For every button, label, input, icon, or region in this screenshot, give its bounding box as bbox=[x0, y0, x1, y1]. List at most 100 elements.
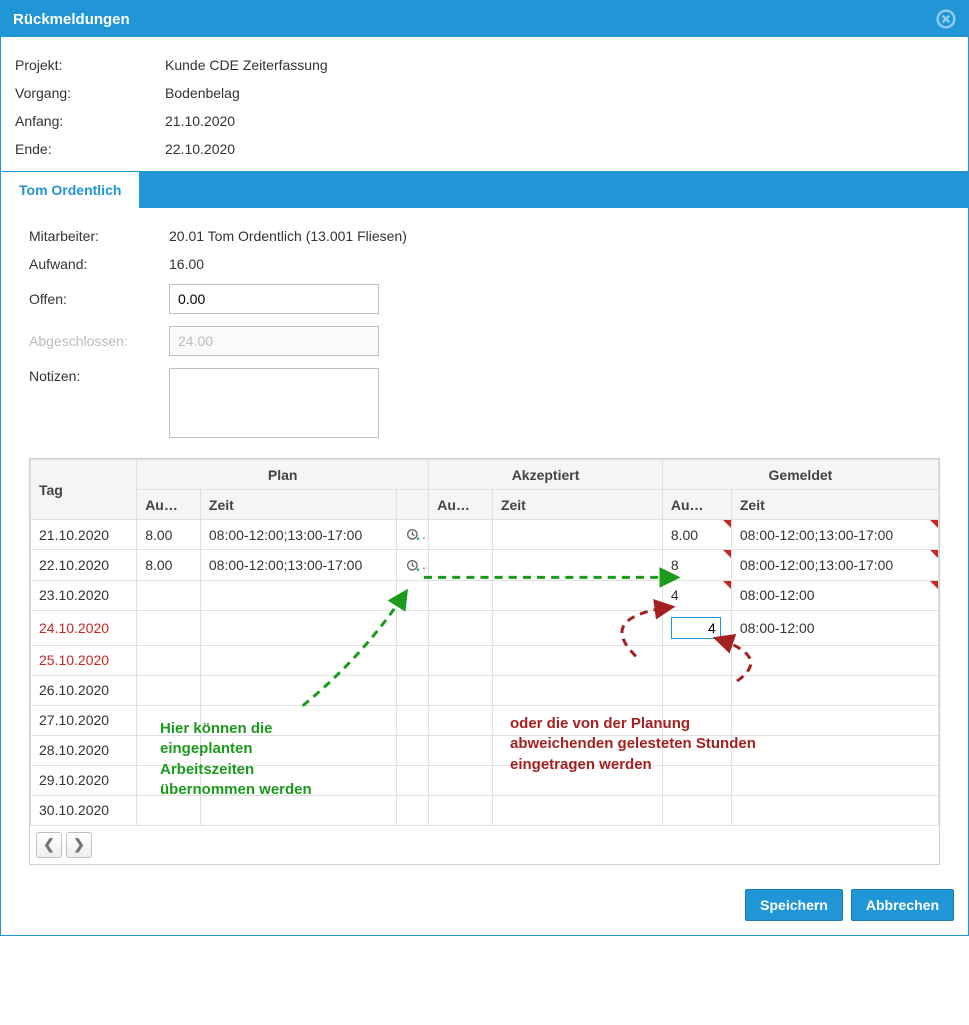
cell-plan-zeit bbox=[200, 795, 396, 825]
copy-plan-icon[interactable] bbox=[405, 558, 421, 574]
cell-plan-auf bbox=[137, 645, 201, 675]
offen-input[interactable] bbox=[169, 284, 379, 314]
col-plan-action bbox=[397, 490, 429, 520]
table-row[interactable]: 24.10.2020 08:00-12:00 bbox=[31, 610, 939, 645]
cell-akz-auf bbox=[429, 705, 493, 735]
cell-gem-auf[interactable]: 4 bbox=[662, 580, 731, 610]
cell-akz-auf bbox=[429, 610, 493, 645]
cell-plan-auf bbox=[137, 675, 201, 705]
save-button[interactable]: Speichern bbox=[745, 889, 843, 921]
cell-plan-action bbox=[397, 705, 429, 735]
cell-plan-auf: 8.00 bbox=[137, 550, 201, 580]
cell-gem-zeit[interactable]: 08:00-12:00;13:00-17:00 bbox=[731, 520, 938, 550]
dialog-header: Rückmeldungen bbox=[1, 1, 968, 37]
cell-plan-action bbox=[397, 610, 429, 645]
cell-plan-action bbox=[397, 795, 429, 825]
cell-akz-zeit bbox=[492, 675, 662, 705]
cell-tag: 29.10.2020 bbox=[31, 765, 137, 795]
cell-plan-zeit bbox=[200, 645, 396, 675]
col-tag: Tag bbox=[31, 460, 137, 520]
cancel-button[interactable]: Abbrechen bbox=[851, 889, 954, 921]
cell-plan-action bbox=[397, 765, 429, 795]
cell-akz-auf bbox=[429, 765, 493, 795]
tab-employee-label: Tom Ordentlich bbox=[19, 182, 121, 198]
cell-plan-auf bbox=[137, 610, 201, 645]
cell-gem-zeit[interactable] bbox=[731, 705, 938, 735]
table-row[interactable]: 28.10.2020 bbox=[31, 735, 939, 765]
cell-gem-auf[interactable] bbox=[662, 610, 731, 645]
close-icon[interactable] bbox=[936, 9, 956, 29]
copy-plan-icon[interactable] bbox=[405, 527, 421, 543]
offen-label: Offen: bbox=[29, 291, 169, 307]
dialog: Rückmeldungen Projekt:Kunde CDE Zeiterfa… bbox=[0, 0, 969, 936]
cell-gem-zeit[interactable]: 08:00-12:00 bbox=[731, 610, 938, 645]
cell-plan-action bbox=[397, 580, 429, 610]
cell-plan-zeit bbox=[200, 705, 396, 735]
table-row[interactable]: 23.10.2020408:00-12:00 bbox=[31, 580, 939, 610]
cell-plan-zeit bbox=[200, 675, 396, 705]
col-plan-zeit: Zeit bbox=[200, 490, 396, 520]
cell-akz-zeit bbox=[492, 795, 662, 825]
aufwand-label: Aufwand: bbox=[29, 256, 169, 272]
cell-gem-auf[interactable] bbox=[662, 705, 731, 735]
cell-akz-auf bbox=[429, 550, 493, 580]
cell-akz-zeit bbox=[492, 645, 662, 675]
cell-akz-zeit bbox=[492, 520, 662, 550]
cell-gem-auf[interactable] bbox=[662, 735, 731, 765]
cell-plan-auf bbox=[137, 705, 201, 735]
notizen-label: Notizen: bbox=[29, 368, 169, 384]
tab-strip: Tom Ordentlich bbox=[1, 171, 968, 208]
cell-gem-auf[interactable]: 8 bbox=[662, 550, 731, 580]
cell-gem-auf[interactable] bbox=[662, 675, 731, 705]
abgeschlossen-input bbox=[169, 326, 379, 356]
cell-plan-auf: 8.00 bbox=[137, 520, 201, 550]
cell-tag: 25.10.2020 bbox=[31, 645, 137, 675]
gemeldet-aufwand-editor[interactable] bbox=[671, 617, 721, 639]
cell-gem-zeit[interactable]: 08:00-12:00;13:00-17:00 bbox=[731, 550, 938, 580]
table-row[interactable]: 26.10.2020 bbox=[31, 675, 939, 705]
pager-prev[interactable]: ❮ bbox=[36, 832, 62, 858]
cell-tag: 27.10.2020 bbox=[31, 705, 137, 735]
table-row[interactable]: 22.10.20208.0008:00-12:00;13:00-17:00808… bbox=[31, 550, 939, 580]
vorgang-value: Bodenbelag bbox=[165, 85, 240, 101]
cell-akz-zeit bbox=[492, 550, 662, 580]
table-row[interactable]: 29.10.2020 bbox=[31, 765, 939, 795]
anfang-label: Anfang: bbox=[15, 113, 165, 129]
aufwand-value: 16.00 bbox=[169, 256, 204, 272]
ende-value: 22.10.2020 bbox=[165, 141, 235, 157]
table-row[interactable]: 25.10.2020 bbox=[31, 645, 939, 675]
mitarbeiter-label: Mitarbeiter: bbox=[29, 228, 169, 244]
cell-gem-auf[interactable] bbox=[662, 645, 731, 675]
cell-gem-zeit[interactable] bbox=[731, 765, 938, 795]
cell-plan-action[interactable] bbox=[397, 520, 429, 550]
col-plan: Plan bbox=[137, 460, 429, 490]
cell-akz-auf bbox=[429, 675, 493, 705]
cell-tag: 21.10.2020 bbox=[31, 520, 137, 550]
cell-plan-auf bbox=[137, 795, 201, 825]
cell-tag: 26.10.2020 bbox=[31, 675, 137, 705]
cell-gem-zeit[interactable] bbox=[731, 675, 938, 705]
cell-plan-action bbox=[397, 735, 429, 765]
table-row[interactable]: 27.10.2020 bbox=[31, 705, 939, 735]
cell-plan-action[interactable] bbox=[397, 550, 429, 580]
cell-gem-zeit[interactable] bbox=[731, 795, 938, 825]
tab-employee[interactable]: Tom Ordentlich bbox=[1, 171, 139, 208]
table-row[interactable]: 30.10.2020 bbox=[31, 795, 939, 825]
projekt-label: Projekt: bbox=[15, 57, 165, 73]
col-gem-auf: Au… bbox=[662, 490, 731, 520]
cell-gem-zeit[interactable] bbox=[731, 735, 938, 765]
cell-tag: 30.10.2020 bbox=[31, 795, 137, 825]
pager-next[interactable]: ❯ bbox=[66, 832, 92, 858]
cell-tag: 24.10.2020 bbox=[31, 610, 137, 645]
pager: ❮ ❯ bbox=[30, 826, 939, 864]
notizen-input[interactable] bbox=[169, 368, 379, 438]
cell-gem-auf[interactable] bbox=[662, 765, 731, 795]
tab-body: Mitarbeiter:20.01 Tom Ordentlich (13.001… bbox=[15, 208, 954, 879]
cell-plan-auf bbox=[137, 580, 201, 610]
cell-gem-zeit[interactable]: 08:00-12:00 bbox=[731, 580, 938, 610]
cell-gem-auf[interactable] bbox=[662, 795, 731, 825]
table-row[interactable]: 21.10.20208.0008:00-12:00;13:00-17:008.0… bbox=[31, 520, 939, 550]
time-grid: Tag Plan Akzeptiert Gemeldet Au… Zeit Au… bbox=[29, 458, 940, 865]
cell-gem-auf[interactable]: 8.00 bbox=[662, 520, 731, 550]
cell-gem-zeit[interactable] bbox=[731, 645, 938, 675]
